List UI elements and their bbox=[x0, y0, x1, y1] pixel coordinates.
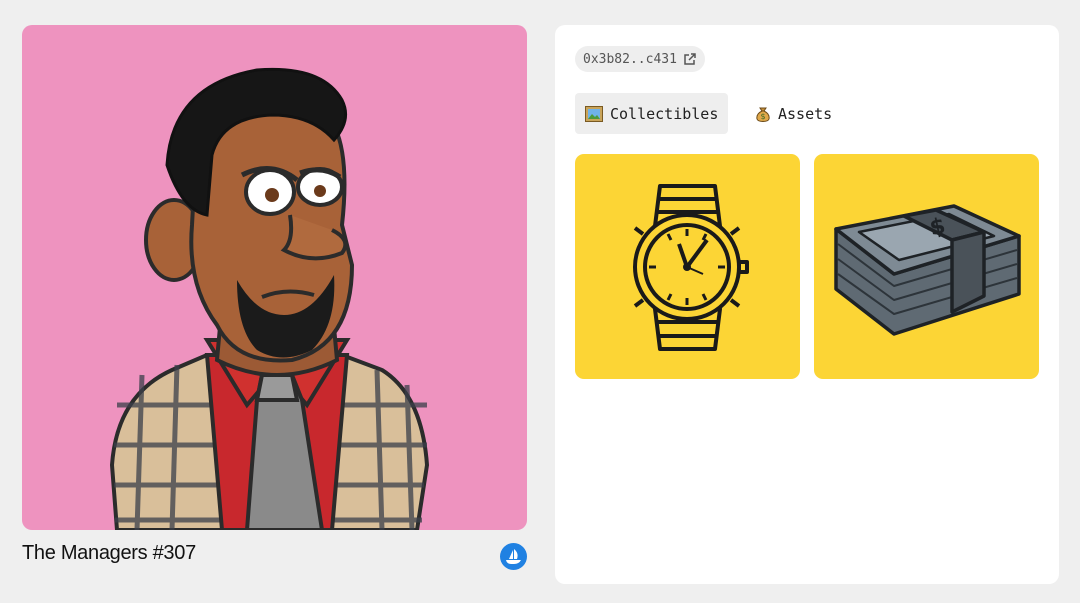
nft-artwork bbox=[22, 25, 527, 530]
tab-collectibles-label: Collectibles bbox=[610, 104, 719, 123]
opensea-icon[interactable] bbox=[500, 543, 527, 570]
tab-assets-label: Assets bbox=[778, 104, 833, 123]
wallet-address-chip[interactable]: 0x3b82..c431 bbox=[575, 46, 705, 72]
framed-picture-icon bbox=[585, 105, 603, 122]
external-link-icon bbox=[683, 52, 697, 66]
tab-collectibles[interactable]: Collectibles bbox=[575, 93, 729, 134]
wallet-panel: 0x3b82..c431 Collectibles $ Assets $ bbox=[555, 25, 1059, 584]
cash-stack-icon: $ bbox=[834, 204, 1021, 336]
manager-character-illustration bbox=[109, 67, 430, 530]
wallet-address: 0x3b82..c431 bbox=[583, 51, 677, 67]
money-bag-icon: $ bbox=[755, 105, 771, 122]
svg-text:$: $ bbox=[760, 112, 765, 121]
watch-icon bbox=[633, 184, 749, 351]
nft-title: The Managers #307 bbox=[22, 542, 196, 564]
collectible-tile-watch[interactable] bbox=[575, 154, 800, 379]
collectible-tile-cash[interactable]: $ bbox=[814, 154, 1039, 379]
tab-assets[interactable]: $ Assets bbox=[745, 93, 842, 134]
